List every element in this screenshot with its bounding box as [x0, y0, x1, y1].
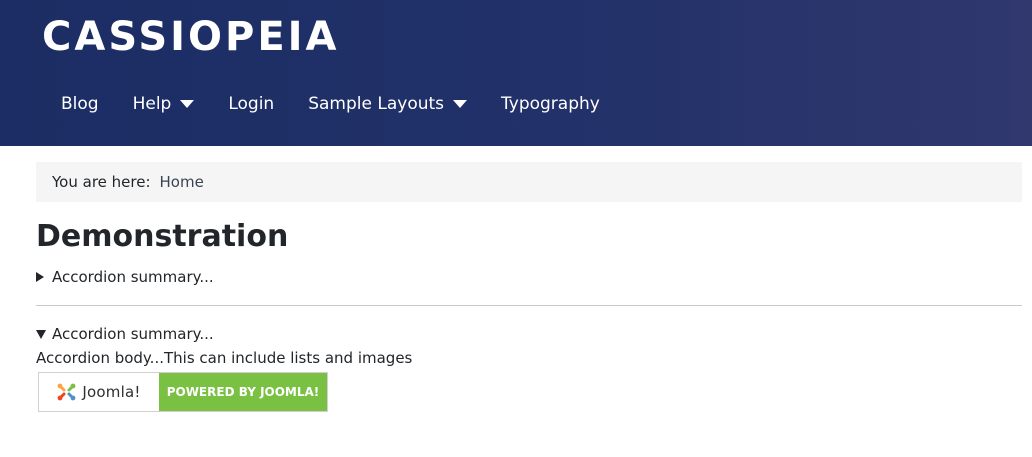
- nav-item-label: Sample Layouts: [308, 94, 445, 114]
- accordion-summary-1[interactable]: Accordion summary...: [36, 268, 214, 286]
- caret-down-icon[interactable]: [453, 100, 468, 108]
- joomla-wordmark: Joomla!: [82, 383, 141, 401]
- nav-item-typography[interactable]: Typography: [484, 90, 617, 118]
- breadcrumb: You are here: Home: [36, 162, 1022, 202]
- joomla-logo-icon: Joomla!: [57, 382, 140, 402]
- breadcrumb-label: You are here:: [52, 173, 151, 191]
- main-nav: Blog Help Login Sample Layouts Typograph…: [44, 90, 617, 118]
- accordion-summary-2[interactable]: Accordion summary...: [36, 325, 214, 343]
- powered-by-joomla-badge[interactable]: Joomla! POWERED BY JOOMLA!: [38, 372, 328, 412]
- nav-item-label: Login: [228, 94, 275, 114]
- powered-by-label: POWERED BY JOOMLA!: [159, 373, 327, 411]
- nav-item-login[interactable]: Login: [211, 90, 291, 118]
- nav-item-label: Blog: [61, 94, 99, 114]
- nav-item-label: Typography: [501, 94, 600, 114]
- page-title: Demonstration: [36, 219, 289, 254]
- divider: [36, 305, 1022, 306]
- site-header: CASSIOPEIA Blog Help Login Sample Layout…: [0, 0, 1032, 146]
- nav-item-blog[interactable]: Blog: [44, 90, 116, 118]
- badge-logo-panel: Joomla!: [39, 373, 159, 411]
- triangle-down-icon: [36, 329, 46, 339]
- nav-item-sample-layouts[interactable]: Sample Layouts: [291, 90, 484, 118]
- caret-down-icon[interactable]: [180, 100, 195, 108]
- accordion-summary-label: Accordion summary...: [52, 268, 214, 286]
- accordion-summary-label: Accordion summary...: [52, 325, 214, 343]
- accordion-body: Accordion body...This can include lists …: [36, 349, 413, 367]
- site-brand[interactable]: CASSIOPEIA: [42, 14, 340, 60]
- breadcrumb-home-link[interactable]: Home: [160, 173, 204, 191]
- triangle-right-icon: [36, 272, 44, 282]
- nav-item-help[interactable]: Help: [116, 90, 212, 118]
- nav-item-label: Help: [132, 94, 172, 114]
